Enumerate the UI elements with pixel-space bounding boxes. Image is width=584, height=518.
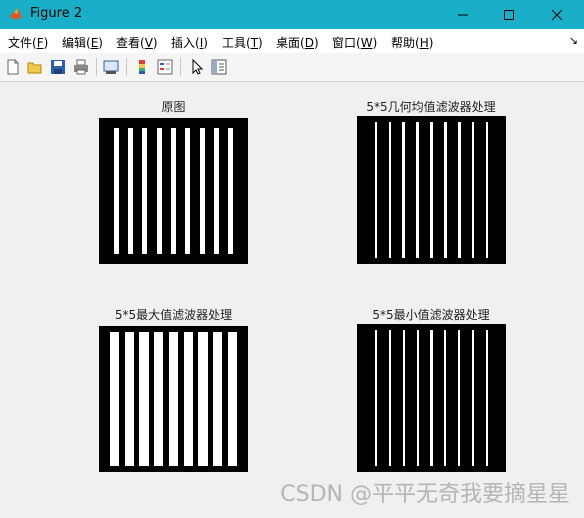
menu-file[interactable]: 文件(F) <box>8 34 48 51</box>
white-stripe <box>471 122 475 258</box>
white-stripe <box>416 122 419 258</box>
maximize-button[interactable] <box>486 0 532 29</box>
menu-edit-suffix: ) <box>98 36 103 50</box>
subplot-title-geometric-mean: 5*5几何均值滤波器处理 <box>366 100 496 114</box>
menu-view[interactable]: 查看(V) <box>116 34 158 51</box>
white-stripe <box>154 332 164 466</box>
matlab-logo-icon <box>8 6 24 22</box>
white-stripe <box>458 330 461 466</box>
maximize-icon <box>504 10 514 20</box>
open-file-icon[interactable] <box>26 58 44 76</box>
menu-insert-suffix: ) <box>203 36 208 50</box>
white-stripe <box>458 122 461 258</box>
subplot-title-max-filter: 5*5最大值滤波器处理 <box>114 308 233 322</box>
menu-view-key: V <box>144 36 153 50</box>
property-editor-icon[interactable] <box>210 58 228 76</box>
white-stripe <box>199 128 205 254</box>
image-max-filtered[interactable] <box>99 326 248 472</box>
close-icon <box>551 9 563 21</box>
menu-tools-label: 工具( <box>222 36 251 50</box>
legend-icon[interactable] <box>156 58 174 76</box>
white-stripe <box>228 128 234 254</box>
white-stripe <box>142 128 148 254</box>
white-stripe <box>402 330 405 466</box>
subplot-title-min-filter: 5*5最小值滤波器处理 <box>372 308 490 322</box>
white-stripe <box>486 330 489 466</box>
menu-desktop-key: D <box>304 36 314 50</box>
menu-desktop-suffix: ) <box>313 36 319 50</box>
menu-tools-suffix: ) <box>258 36 263 50</box>
menu-view-suffix: ) <box>152 36 158 50</box>
menu-desktop[interactable]: 桌面(D) <box>276 34 319 51</box>
white-stripe <box>171 128 176 254</box>
menu-help-suffix: ) <box>428 36 434 50</box>
white-stripe <box>183 332 193 466</box>
menu-window-key: W <box>360 36 373 50</box>
pointer-icon[interactable] <box>188 58 206 76</box>
menubar-overflow-arrow-icon[interactable]: ↘ <box>569 34 578 47</box>
close-button[interactable] <box>534 0 580 29</box>
menu-insert[interactable]: 插入(I) <box>171 34 208 51</box>
white-stripe <box>213 332 223 466</box>
menu-insert-label: 插入( <box>171 36 200 50</box>
menu-window-suffix: ) <box>372 36 378 50</box>
white-stripe <box>416 330 419 466</box>
white-stripe <box>228 332 238 466</box>
window-titlebar[interactable]: Figure 2 <box>0 0 584 29</box>
minimize-button[interactable] <box>440 0 486 29</box>
white-stripe <box>168 332 179 466</box>
white-stripe <box>113 128 119 254</box>
white-stripe <box>156 128 162 254</box>
menu-tools[interactable]: 工具(T) <box>222 34 263 51</box>
menu-view-label: 查看( <box>116 36 145 50</box>
image-original[interactable] <box>99 118 248 264</box>
menubar: 文件(F) 编辑(E) 查看(V) 插入(I) 工具(T) 桌面(D) 窗口(W… <box>0 29 584 53</box>
toolbar-separator <box>126 58 127 76</box>
white-stripe <box>124 332 134 466</box>
white-stripe <box>444 122 447 258</box>
white-stripe <box>128 128 133 254</box>
menu-file-suffix: ) <box>43 36 49 50</box>
white-stripe <box>198 332 208 466</box>
image-min-filtered[interactable] <box>357 324 506 472</box>
csdn-watermark: CSDN @平平无奇我要摘星星 <box>280 482 570 507</box>
menu-file-label: 文件( <box>8 36 37 50</box>
white-stripe <box>485 122 489 258</box>
white-stripe <box>185 128 191 254</box>
window-title: Figure 2 <box>30 6 83 21</box>
white-stripe <box>214 128 219 254</box>
white-stripe <box>374 122 378 258</box>
print-icon[interactable] <box>72 58 90 76</box>
white-stripe <box>388 122 392 258</box>
menu-edit[interactable]: 编辑(E) <box>62 34 103 51</box>
menu-file-key: F <box>36 36 44 50</box>
white-stripe <box>430 330 433 466</box>
white-stripe <box>430 122 433 258</box>
new-figure-icon[interactable] <box>4 58 22 76</box>
menu-window[interactable]: 窗口(W) <box>332 34 377 51</box>
white-stripe <box>472 330 475 466</box>
menu-help-key: H <box>419 36 429 50</box>
menu-desktop-label: 桌面( <box>276 36 305 50</box>
menu-tools-key: T <box>250 36 259 50</box>
white-stripe <box>402 122 405 258</box>
subplot-title-original: 原图 <box>161 100 186 114</box>
toolbar-separator <box>96 58 97 76</box>
colorbar-icon[interactable] <box>133 58 151 76</box>
white-stripe <box>388 330 391 466</box>
toolbar-separator <box>180 58 181 76</box>
figure-toolbar <box>0 53 584 82</box>
menu-help[interactable]: 帮助(H) <box>391 34 433 51</box>
menu-edit-label: 编辑( <box>62 36 91 50</box>
white-stripe <box>444 330 447 466</box>
white-stripe <box>374 330 377 466</box>
white-stripe <box>109 332 119 466</box>
white-stripe <box>139 332 149 466</box>
print-preview-icon[interactable] <box>102 58 120 76</box>
image-geometric-mean-filtered[interactable] <box>357 116 506 264</box>
menu-help-label: 帮助( <box>391 36 420 50</box>
save-icon[interactable] <box>49 58 67 76</box>
minimize-icon <box>458 14 468 16</box>
menu-window-label: 窗口( <box>332 36 361 50</box>
